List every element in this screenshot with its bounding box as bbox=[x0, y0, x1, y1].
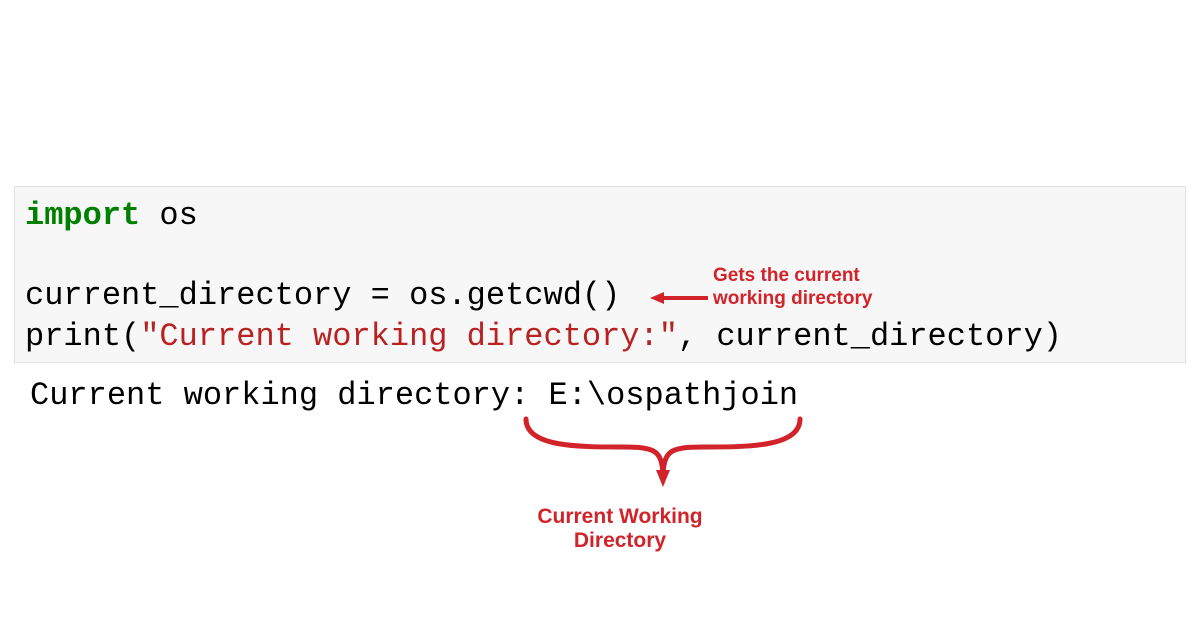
annotation-gets-cwd: Gets the currentworking directory bbox=[713, 265, 923, 311]
module-os: os bbox=[140, 197, 198, 234]
output-line: Current working directory: E:\ospathjoin bbox=[30, 377, 798, 414]
string-literal: "Current working directory:" bbox=[140, 318, 678, 355]
arrow-left-icon bbox=[650, 290, 708, 306]
output-label: Current working directory: bbox=[30, 377, 548, 414]
keyword-import: import bbox=[25, 197, 140, 234]
code-line-3: current_directory = os.getcwd() bbox=[25, 275, 1175, 317]
code-line-4: print("Current working directory:", curr… bbox=[25, 316, 1175, 358]
blank-line bbox=[25, 237, 1175, 275]
func-print: print bbox=[25, 318, 121, 355]
annotation-cwd-label: Current WorkingDirectory bbox=[510, 505, 730, 553]
paren-open: ( bbox=[121, 318, 140, 355]
brace-icon bbox=[518, 415, 808, 490]
code-block: import os current_directory = os.getcwd(… bbox=[14, 186, 1186, 363]
output-path: E:\ospathjoin bbox=[548, 377, 798, 414]
code-rest: , current_directory) bbox=[678, 318, 1062, 355]
code-line-1: import os bbox=[25, 195, 1175, 237]
